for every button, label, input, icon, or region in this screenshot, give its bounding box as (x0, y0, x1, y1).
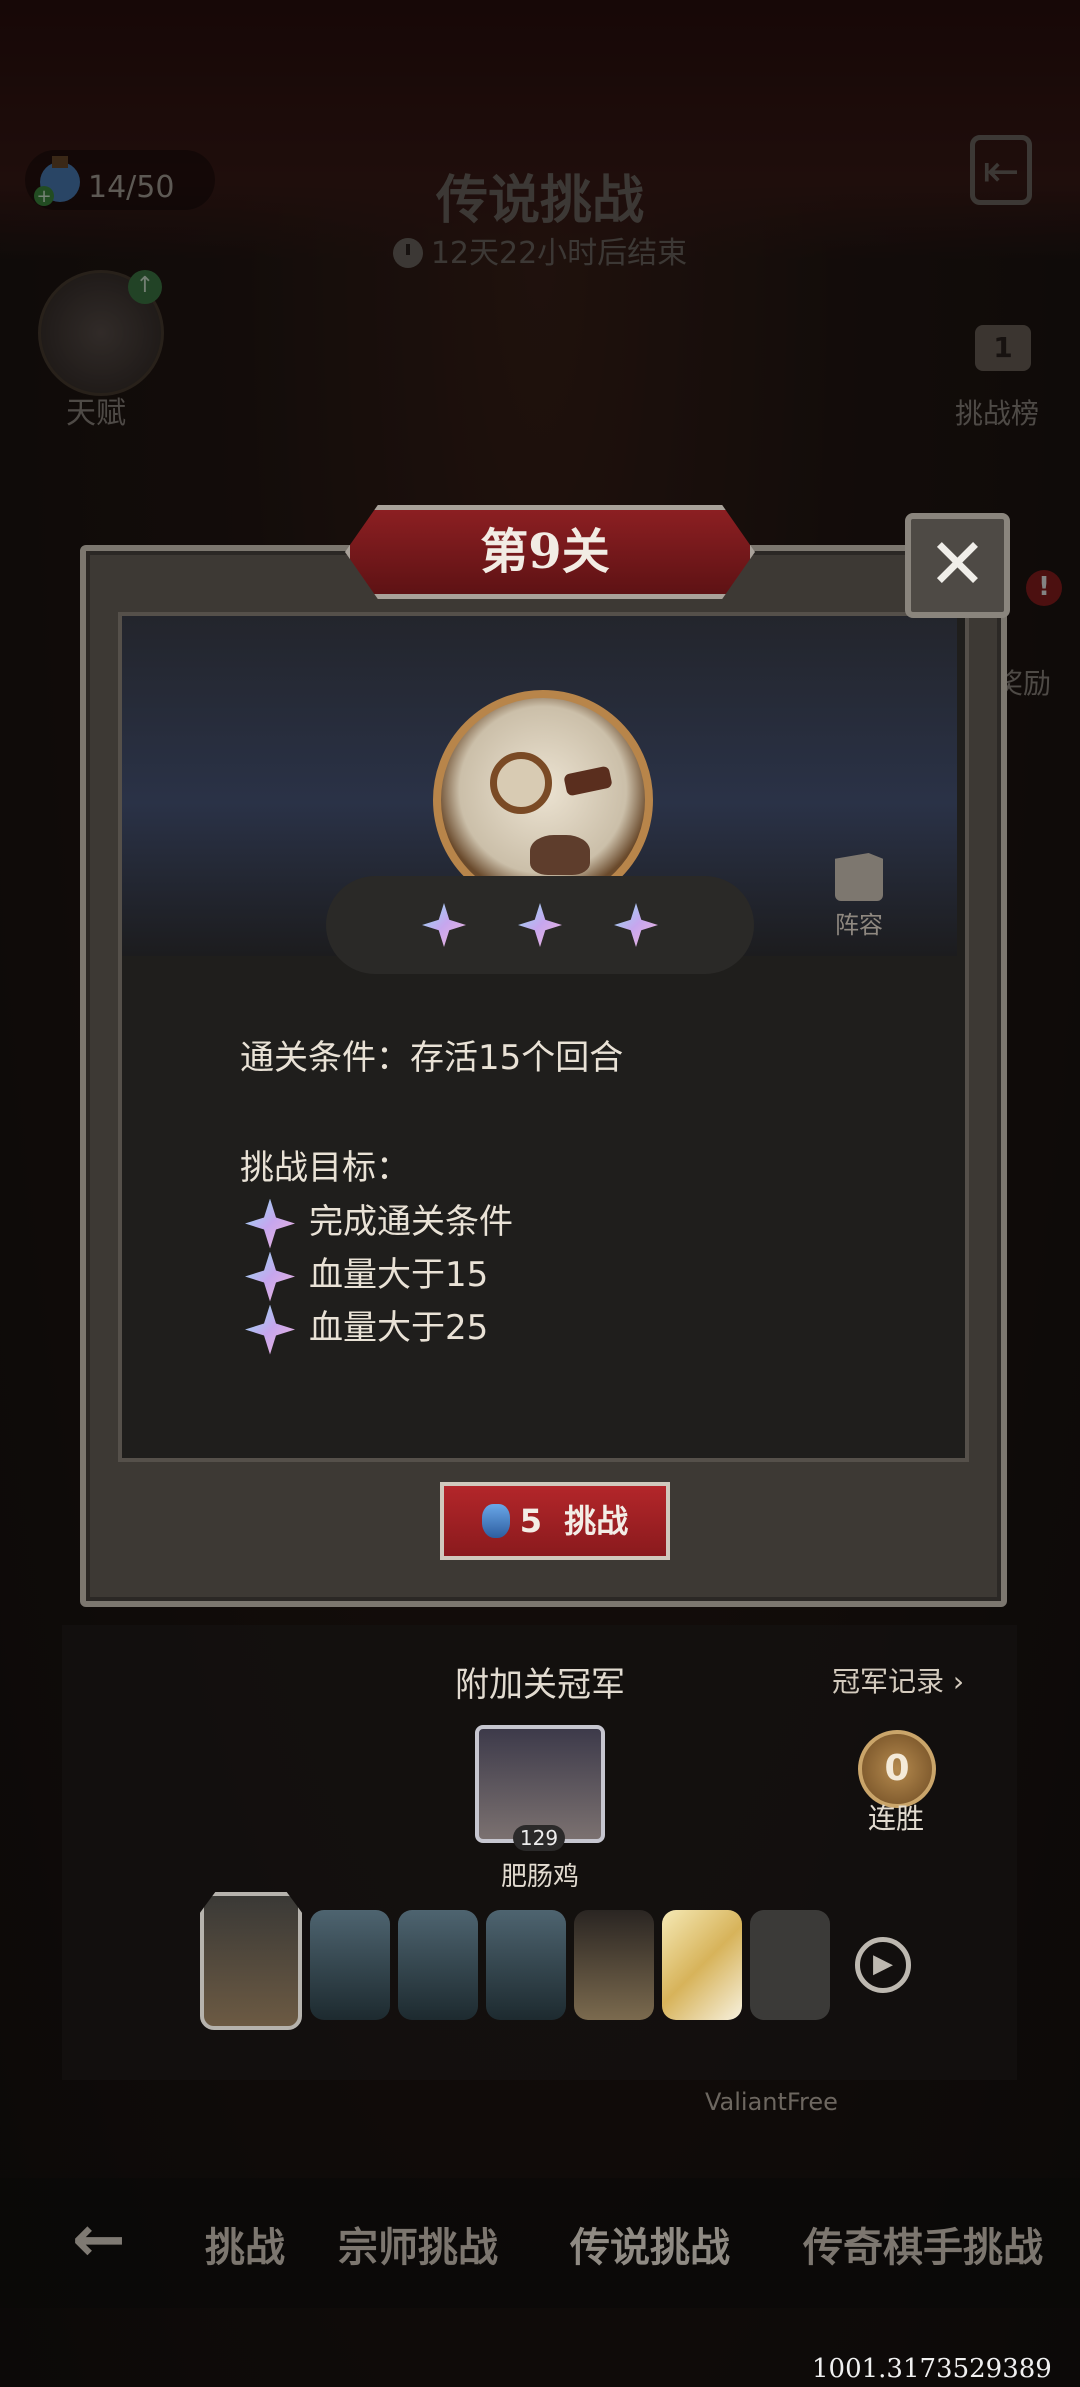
star-icon (245, 1198, 295, 1249)
unit-card[interactable] (662, 1910, 742, 2020)
star-icon (518, 903, 562, 947)
goal-item: 血量大于15 (245, 1249, 489, 1302)
champion-lineup (120, 1892, 970, 2034)
goal-text: 完成通关条件 (309, 1202, 513, 1242)
lineup-label[interactable]: 阵容 (835, 905, 883, 940)
empty-unit-slot (750, 1910, 830, 2020)
challenge-cost: 5 (519, 1502, 542, 1540)
challenge-button[interactable]: 5 挑战 (440, 1482, 670, 1560)
star-icon (245, 1251, 295, 1302)
record-link-text: 冠军记录 (832, 1665, 945, 1698)
tab-master-challenge[interactable]: 宗师挑战 (338, 2215, 498, 2273)
boss-mouth (530, 835, 590, 875)
star-icon (245, 1304, 295, 1355)
clear-condition: 通关条件：存活15个回合 (240, 1038, 624, 1078)
challenge-label: 挑战 (564, 1502, 629, 1540)
watermark: ValiantFree (705, 2088, 838, 2116)
goal-item: 血量大于25 (245, 1302, 489, 1355)
win-streak-label: 连胜 (868, 1802, 925, 1835)
tab-challenge[interactable]: 挑战 (205, 2215, 285, 2273)
goal-text: 血量大于25 (309, 1308, 489, 1348)
chevron-right-icon: › (944, 1665, 965, 1698)
replay-button[interactable]: ▶ (855, 1937, 911, 1993)
champion-name: 肥肠鸡 (500, 1862, 579, 1892)
unit-card[interactable] (486, 1910, 566, 2020)
monocle-icon (490, 752, 552, 814)
stage-title: 第9关 (480, 524, 610, 580)
unit-card[interactable] (398, 1910, 478, 2020)
lineup-book-icon[interactable] (835, 853, 883, 901)
potion-icon (481, 1504, 510, 1538)
close-button[interactable]: ✕ (905, 513, 1010, 618)
goal-item: 完成通关条件 (245, 1196, 513, 1249)
back-arrow-icon[interactable]: ← (72, 2208, 142, 2272)
goals-heading: 挑战目标： (240, 1148, 410, 1188)
unit-card[interactable] (574, 1910, 654, 2020)
unit-card[interactable] (310, 1910, 390, 2020)
tab-legend-challenge[interactable]: 传说挑战 (570, 2215, 730, 2273)
star-rating (326, 876, 754, 974)
star-icon (422, 903, 466, 947)
champion-level: 129 (513, 1825, 565, 1851)
star-icon (614, 903, 658, 947)
build-id: 1001.3173529389 (812, 2354, 1052, 2384)
hero-unit[interactable] (200, 1892, 302, 2030)
goal-text: 血量大于15 (309, 1255, 489, 1295)
champion-record-link[interactable]: 冠军记录 › (832, 1660, 964, 1700)
tab-grandmaster-challenge[interactable]: 传奇棋手挑战 (803, 2215, 1043, 2273)
